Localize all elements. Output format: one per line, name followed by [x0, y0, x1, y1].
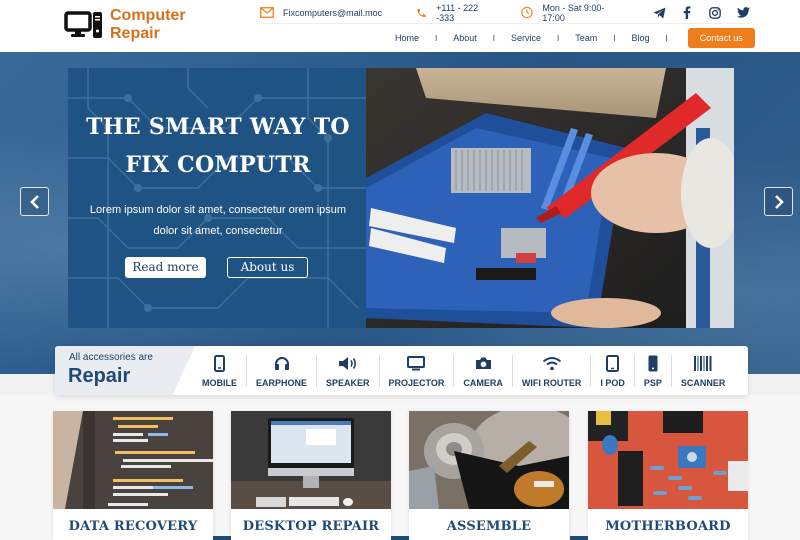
motherboard-illustration	[366, 68, 734, 328]
read-more-button[interactable]: Read more	[125, 257, 206, 278]
service-card-desktop-repair[interactable]: DESKTOP REPAIR	[231, 411, 391, 540]
card-accent-bar	[391, 536, 409, 540]
tablet-icon	[606, 354, 620, 372]
brand-name-line2: Repair	[110, 25, 160, 42]
slider-next-button[interactable]	[764, 187, 793, 216]
service-image-circuit	[588, 411, 748, 509]
barcode-icon	[694, 355, 712, 371]
accessories-title: Repair	[68, 365, 131, 387]
nav-about[interactable]: About	[453, 33, 477, 43]
phone-text: +111 - 222 -333	[436, 2, 479, 23]
about-us-button[interactable]: About us	[227, 257, 308, 278]
service-card-motherboard[interactable]: MOTHERBOARD	[588, 411, 748, 540]
card-accent-bar	[213, 536, 231, 540]
contact-us-button[interactable]: Contact us	[687, 28, 755, 48]
services-section: DATA RECOVERY DESKTOP REPAIR ASSEMBLE MO…	[0, 395, 800, 540]
service-title: DATA RECOVERY	[68, 519, 198, 534]
slider-prev-button[interactable]	[20, 187, 49, 216]
brand-name: Computer Repair	[110, 7, 186, 43]
service-image-hard-drive	[409, 411, 569, 509]
hero-title-line2: FIX COMPUTR	[125, 152, 311, 178]
speaker-icon	[338, 356, 356, 370]
nav-service[interactable]: Service	[511, 33, 541, 43]
service-title: MOTHERBOARD	[605, 519, 731, 534]
chevron-right-icon	[774, 194, 784, 209]
main-nav: Home I About I Service I Team I Blog I C…	[395, 28, 755, 48]
site-header: Computer Repair Fixcomputers@mail.moc +1…	[0, 0, 800, 52]
service-image-desktop	[231, 411, 391, 509]
nav-blog[interactable]: Blog	[632, 33, 650, 43]
camera-icon	[475, 357, 491, 369]
hero-photo-motherboard	[366, 68, 734, 328]
nav-separator: I	[492, 33, 496, 43]
accessories-list: MOBILE EARPHONE SPEAKER PROJECTOR CAMERA	[193, 346, 734, 395]
monitor-icon	[407, 355, 426, 370]
twitter-icon[interactable]	[736, 6, 750, 20]
email-contact[interactable]: Fixcomputers@mail.moc	[260, 7, 382, 18]
instagram-icon[interactable]	[708, 6, 722, 20]
facebook-icon[interactable]	[680, 6, 694, 20]
nav-separator: I	[665, 33, 668, 43]
service-card-assemble[interactable]: ASSEMBLE	[409, 411, 569, 540]
logo[interactable]: Computer Repair	[64, 7, 186, 43]
card-accent-bar	[570, 536, 588, 540]
accessory-earphone[interactable]: EARPHONE	[247, 346, 316, 395]
accessories-bar: All accessories are Repair MOBILE EARPHO…	[55, 346, 748, 395]
service-title: DESKTOP REPAIR	[242, 519, 380, 534]
accessory-label: I POD	[600, 378, 625, 388]
mail-icon	[260, 7, 274, 18]
brand-name-line1: Computer	[110, 7, 186, 24]
phone-icon	[648, 355, 658, 371]
service-card-data-recovery[interactable]: DATA RECOVERY	[53, 411, 213, 540]
service-image-code	[53, 411, 213, 509]
phone-icon	[417, 8, 426, 17]
accessory-camera[interactable]: CAMERA	[454, 346, 512, 395]
accessory-label: PROJECTOR	[388, 378, 445, 388]
hours-info: Mon - Sat 9:00-17:00	[521, 3, 620, 23]
accessory-ipod[interactable]: I POD	[591, 346, 634, 395]
hours-text: Mon - Sat 9:00-17:00	[542, 2, 605, 23]
nav-separator: I	[613, 33, 616, 43]
accessories-heading: All accessories are Repair	[55, 346, 195, 395]
accessory-psp[interactable]: PSP	[635, 346, 671, 395]
nav-separator: I	[435, 33, 438, 43]
headphones-icon	[274, 357, 289, 370]
circuit-pattern	[68, 68, 368, 328]
accessory-speaker[interactable]: SPEAKER	[317, 346, 379, 395]
hero-title: THE SMART WAY TO FIX COMPUTR	[68, 108, 368, 184]
accessories-intro: All accessories are	[69, 352, 153, 363]
page: Computer Repair Fixcomputers@mail.moc +1…	[0, 0, 800, 540]
social-links	[652, 6, 750, 20]
hero-description: Lorem ipsum dolor sit amet, consectetur …	[89, 204, 347, 237]
accessory-label: PSP	[643, 378, 662, 388]
accessory-projector[interactable]: PROJECTOR	[380, 346, 454, 395]
accessory-label: CAMERA	[463, 378, 503, 388]
hero-slider: THE SMART WAY TO FIX COMPUTR Lorem ipsum…	[0, 52, 800, 374]
email-text: Fixcomputers@mail.moc	[283, 7, 383, 18]
telegram-icon[interactable]	[652, 6, 666, 20]
accessory-mobile[interactable]: MOBILE	[193, 346, 246, 395]
contact-topbar: Fixcomputers@mail.moc +111 - 222 -333 Mo…	[260, 2, 750, 24]
accessory-label: MOBILE	[202, 378, 237, 388]
nav-separator: I	[557, 33, 560, 43]
nav-team[interactable]: Team	[575, 33, 597, 43]
service-title: ASSEMBLE	[446, 519, 532, 534]
chevron-left-icon	[29, 194, 39, 209]
accessory-label: SPEAKER	[326, 378, 370, 388]
hero-text-panel: THE SMART WAY TO FIX COMPUTR Lorem ipsum…	[68, 68, 368, 328]
mobile-icon	[214, 354, 225, 372]
accessory-label: WIFI ROUTER	[521, 378, 582, 388]
accessory-label: SCANNER	[680, 378, 726, 388]
accessory-wifi-router[interactable]: WIFI ROUTER	[513, 346, 591, 395]
computer-logo-icon	[64, 11, 102, 38]
hero-title-line1: THE SMART WAY TO	[86, 114, 350, 140]
wifi-icon	[542, 356, 561, 370]
nav-home[interactable]: Home	[395, 33, 419, 43]
clock-icon	[521, 6, 534, 19]
phone-contact[interactable]: +111 - 222 -333	[416, 3, 493, 23]
accessory-scanner[interactable]: SCANNER	[672, 346, 735, 395]
accessory-label: EARPHONE	[256, 378, 308, 388]
